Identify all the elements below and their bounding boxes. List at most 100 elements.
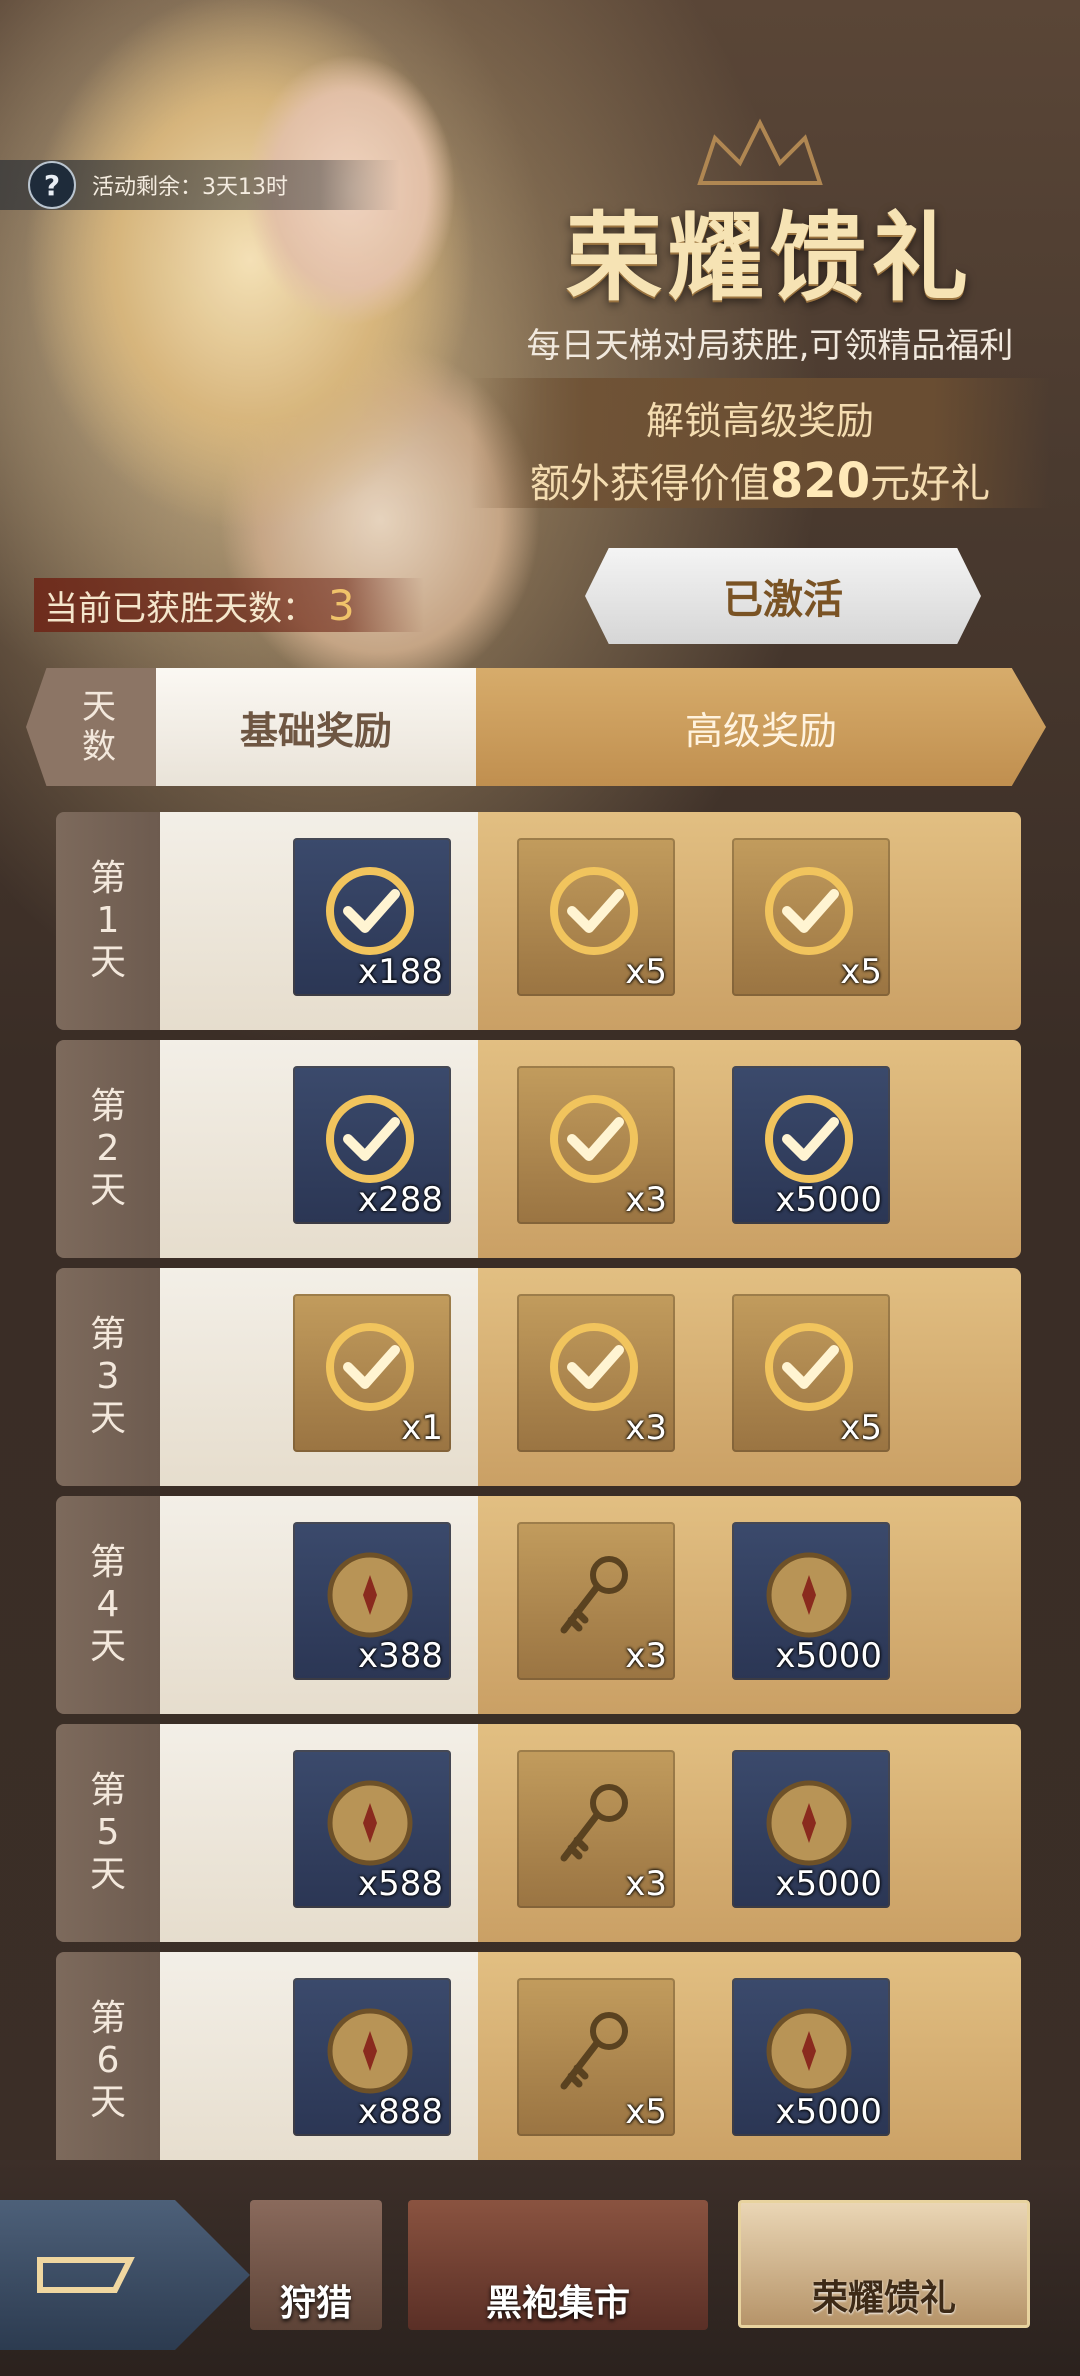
basic-reward-cell: x1 — [160, 1268, 478, 1486]
reward-item[interactable]: x5 — [517, 1978, 675, 2136]
back-arrow-icon — [37, 2257, 135, 2293]
day-prefix: 第 — [89, 1314, 126, 1355]
advanced-reward-cell: x5 x5000 — [478, 1952, 1021, 2170]
tab-days: 天 数 — [26, 668, 172, 786]
basic-reward-cell: x388 — [160, 1496, 478, 1714]
basic-reward-cell: x888 — [160, 1952, 478, 2170]
reward-count: x5000 — [775, 1864, 882, 1904]
reward-item[interactable]: x1 — [293, 1294, 451, 1452]
day-number: 6 — [96, 2040, 120, 2081]
reward-item[interactable]: x3 — [517, 1294, 675, 1452]
day-prefix: 第 — [89, 858, 126, 899]
day-suffix: 天 — [89, 1170, 126, 1211]
day-label: 第6天 — [56, 1952, 160, 2170]
reward-item[interactable]: x5 — [517, 838, 675, 996]
reward-item[interactable]: x188 — [293, 838, 451, 996]
day-number: 5 — [96, 1812, 120, 1853]
advanced-reward-cell: x3 x5000 — [478, 1040, 1021, 1258]
reward-count: x188 — [357, 952, 443, 992]
day-number: 1 — [96, 900, 120, 941]
activated-button[interactable]: 已激活 — [585, 548, 981, 644]
basic-reward-cell: x288 — [160, 1040, 478, 1258]
reward-item[interactable]: x5000 — [732, 1978, 890, 2136]
reward-item[interactable]: x588 — [293, 1750, 451, 1908]
day-number: 3 — [96, 1356, 120, 1397]
tab-basic-rewards[interactable]: 基础奖励 — [156, 668, 476, 786]
tab-days-line1: 天 — [82, 687, 116, 727]
reward-item[interactable]: x5000 — [732, 1522, 890, 1680]
advanced-reward-cell: x3 x5 — [478, 1268, 1021, 1486]
reward-count: x5000 — [775, 1180, 882, 1220]
reward-row: 第 6 天 x888 x5 x5000 — [56, 1952, 1021, 2170]
tab-advanced-rewards[interactable]: 高级奖励 — [476, 668, 1046, 786]
tab-days-line2: 数 — [82, 727, 116, 767]
unlock-prefix: 额外获得价值 — [529, 461, 770, 507]
day-label: 第2天 — [56, 1040, 160, 1258]
unlock-banner: 解锁高级奖励 额外获得价值820元好礼 — [470, 378, 1050, 509]
day-label: 第5天 — [56, 1724, 160, 1942]
day-prefix: 第 — [89, 1542, 126, 1583]
unlock-suffix: 元好礼 — [870, 461, 991, 507]
event-subtitle: 每日天梯对局获胜,可领精品福利 — [526, 326, 1014, 366]
reward-count: x3 — [625, 1180, 667, 1220]
wins-label: 当前已获胜天数： — [44, 588, 316, 629]
day-suffix: 天 — [89, 2082, 126, 2123]
event-title: 荣耀馈礼 — [566, 201, 974, 314]
reward-item[interactable]: x3 — [517, 1066, 675, 1224]
nav-card-hunt[interactable]: 狩猎 — [250, 2200, 382, 2330]
reward-item[interactable]: x5 — [732, 1294, 890, 1452]
unlock-value: 820 — [769, 453, 871, 509]
advanced-reward-cell: x3 x5000 — [478, 1496, 1021, 1714]
back-button[interactable] — [0, 2200, 250, 2350]
reward-count: x3 — [625, 1864, 667, 1904]
nav-card-glory-gift[interactable]: 荣耀馈礼 — [738, 2200, 1030, 2328]
day-label: 第1天 — [56, 812, 160, 1030]
reward-row: 第 4 天 x388 x3 x5000 — [56, 1496, 1021, 1714]
day-prefix: 第 — [89, 1998, 126, 2039]
reward-row: 第 5 天 x588 x3 x5000 — [56, 1724, 1021, 1942]
reward-count: x3 — [625, 1636, 667, 1676]
day-suffix: 天 — [89, 1398, 126, 1439]
reward-item[interactable]: x3 — [517, 1522, 675, 1680]
nav-card-black-robe-market[interactable]: 黑袍集市 — [408, 2200, 708, 2330]
reward-count: x5 — [840, 952, 882, 992]
help-question-icon[interactable]: ? — [28, 161, 76, 209]
reward-count: x588 — [357, 1864, 443, 1904]
day-prefix: 第 — [89, 1770, 126, 1811]
reward-item[interactable]: x3 — [517, 1750, 675, 1908]
win-days-counter: 当前已获胜天数： 3 — [34, 578, 424, 632]
advanced-reward-cell: x5 x5 — [478, 812, 1021, 1030]
reward-count: x5000 — [775, 2092, 882, 2132]
reward-count: x388 — [357, 1636, 443, 1676]
crown-ornament-icon — [697, 118, 823, 185]
day-label: 第3天 — [56, 1268, 160, 1486]
unlock-line-1: 解锁高级奖励 — [645, 399, 874, 443]
day-suffix: 天 — [89, 1854, 126, 1895]
reward-item[interactable]: x5 — [732, 838, 890, 996]
reward-item[interactable]: x288 — [293, 1066, 451, 1224]
reward-item[interactable]: x888 — [293, 1978, 451, 2136]
reward-count: x5 — [840, 1408, 882, 1448]
reward-count: x5000 — [775, 1636, 882, 1676]
reward-tabs: 天 数 基础奖励 高级奖励 — [16, 668, 1046, 786]
wins-value: 3 — [328, 580, 355, 630]
day-number: 2 — [96, 1128, 120, 1169]
reward-count: x1 — [401, 1408, 443, 1448]
reward-count: x888 — [357, 2092, 443, 2132]
reward-row: 第 3 天 x1 x3 x5 — [56, 1268, 1021, 1486]
basic-reward-cell: x588 — [160, 1724, 478, 1942]
reward-count: x5 — [625, 952, 667, 992]
reward-count: x288 — [357, 1180, 443, 1220]
timer-text: 活动剩余：3天13时 — [92, 175, 288, 200]
reward-item[interactable]: x5000 — [732, 1750, 890, 1908]
reward-count: x3 — [625, 1408, 667, 1448]
reward-item[interactable]: x388 — [293, 1522, 451, 1680]
basic-reward-cell: x188 — [160, 812, 478, 1030]
unlock-line-2: 额外获得价值820元好礼 — [470, 451, 1050, 509]
day-suffix: 天 — [89, 1626, 126, 1667]
reward-item[interactable]: x5000 — [732, 1066, 890, 1224]
day-suffix: 天 — [89, 942, 126, 983]
reward-row: 第 1 天 x188 x5 x5 — [56, 812, 1021, 1030]
day-number: 4 — [96, 1584, 120, 1625]
event-timer: ? 活动剩余：3天13时 — [0, 160, 400, 210]
